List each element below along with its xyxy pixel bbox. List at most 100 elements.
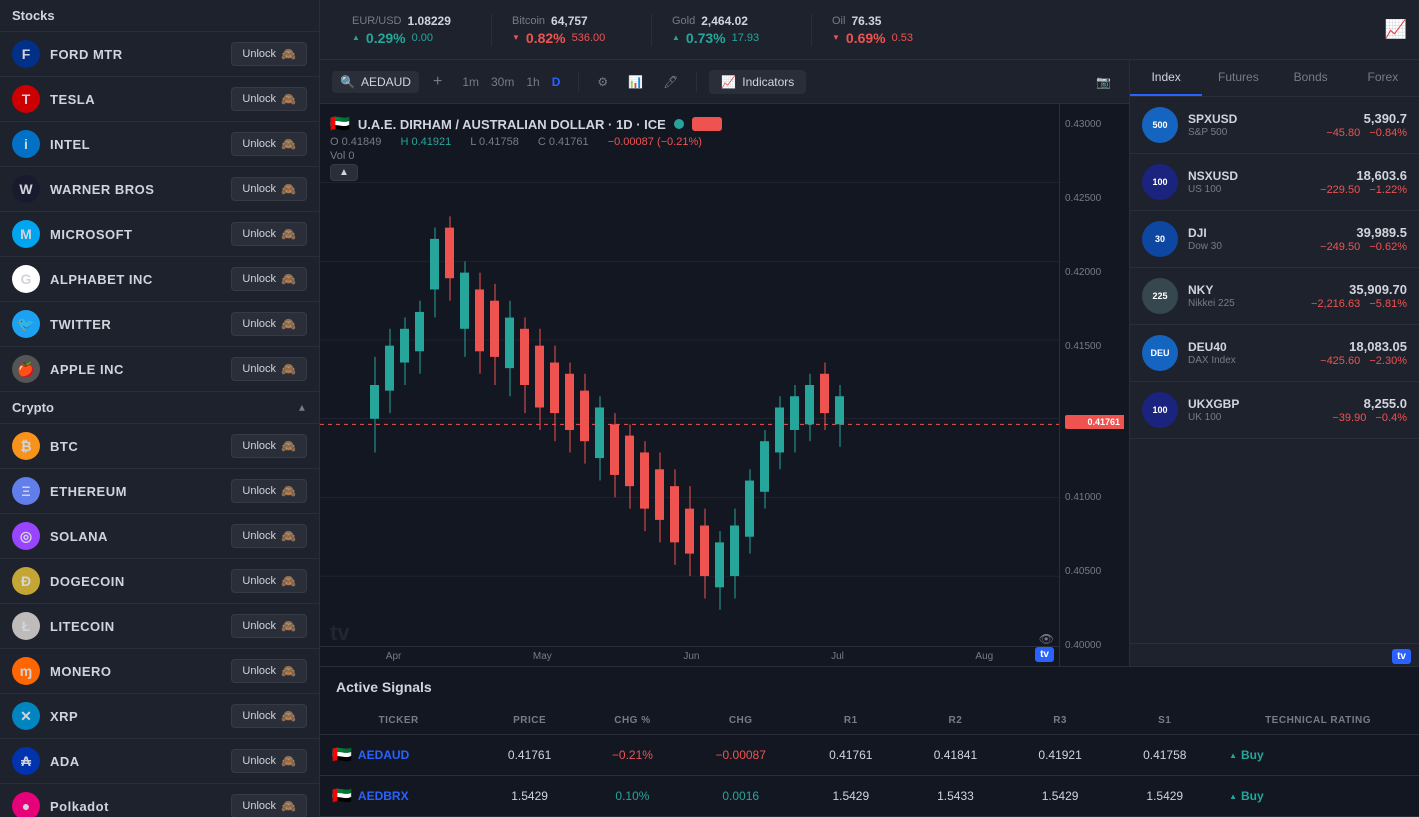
ticker-header: Gold 2,464.02 [672, 14, 791, 28]
chart-eye-btn[interactable]: 👁 [1039, 632, 1054, 646]
index-name: NKY [1188, 283, 1301, 297]
timeframe-btn-d[interactable]: D [546, 71, 567, 93]
x-label-jun: Jun [683, 651, 699, 662]
signal-ticker-cell[interactable]: 🇦🇪 AEDAUD [320, 735, 477, 776]
index-values: 8,255.0 −39.90 −0.4% [1332, 396, 1407, 424]
chart-draw-btn[interactable]: 🖊 [657, 71, 684, 93]
index-item-nky[interactable]: 225 NKY Nikkei 225 35,909.70 −2,216.63 −… [1130, 268, 1419, 325]
timeframe-btn-1m[interactable]: 1m [456, 71, 485, 93]
index-item-nsxusd[interactable]: 100 NSXUSD US 100 18,603.6 −229.50 −1.22… [1130, 154, 1419, 211]
chart-status-dot [674, 119, 684, 129]
unlock-button[interactable]: Unlock 🙈 [231, 267, 307, 291]
index-values: 18,603.6 −229.50 −1.22% [1320, 168, 1407, 196]
unlock-button[interactable]: Unlock 🙈 [231, 312, 307, 336]
add-symbol-btn[interactable]: + [427, 69, 448, 95]
crypto-collapse-icon[interactable]: ▼ [297, 402, 307, 413]
index-item-spxusd[interactable]: 500 SPXUSD S&P 500 5,390.7 −45.80 −0.84% [1130, 97, 1419, 154]
sidebar-item-intel: i INTEL Unlock 🙈 [0, 122, 319, 167]
index-values: 39,989.5 −249.50 −0.62% [1320, 225, 1407, 253]
sidebar-item-solana: ◎ SOLANA Unlock 🙈 [0, 514, 319, 559]
unlock-button[interactable]: Unlock 🙈 [231, 132, 307, 156]
crypto-section-header[interactable]: Crypto ▼ [0, 392, 319, 424]
price-level-1: 0.43000 [1065, 119, 1124, 130]
unlock-button[interactable]: Unlock 🙈 [231, 569, 307, 593]
crypto-name: XRP [50, 709, 221, 724]
index-subname: US 100 [1188, 184, 1310, 195]
unlock-button[interactable]: Unlock 🙈 [231, 222, 307, 246]
index-values: 18,083.05 −425.60 −2.30% [1320, 339, 1407, 367]
tab-futures[interactable]: Futures [1202, 60, 1274, 96]
tradingview-logo: 📈 [1385, 19, 1407, 40]
signal-r2: 1.5433 [903, 776, 1008, 817]
ticker-item-eur-usd[interactable]: EUR/USD 1.08229 ▲ 0.29% 0.00 [332, 14, 492, 46]
tab-forex[interactable]: Forex [1347, 60, 1419, 96]
stocks-section-title: Stocks [12, 8, 55, 23]
sidebar-item-xrp: ✕ XRP Unlock 🙈 [0, 694, 319, 739]
scroll-up-btn[interactable]: ▲ [330, 164, 358, 181]
hide-icon: 🙈 [281, 47, 296, 61]
unlock-button[interactable]: Unlock 🙈 [231, 794, 307, 817]
unlock-button[interactable]: Unlock 🙈 [231, 749, 307, 773]
unlock-button[interactable]: Unlock 🙈 [231, 659, 307, 683]
ticker-item-gold[interactable]: Gold 2,464.02 ▲ 0.73% 17.93 [652, 14, 812, 46]
toolbar-divider-2 [696, 72, 697, 92]
candlestick-chart[interactable] [320, 104, 1059, 666]
index-item-dji[interactable]: 30 DJI Dow 30 39,989.5 −249.50 −0.62% [1130, 211, 1419, 268]
symbol-display: AEDAUD [361, 75, 411, 89]
ticker-item-oil[interactable]: Oil 76.35 ▼ 0.69% 0.53 [812, 14, 972, 46]
ohlc-change: −0.00087 (−0.21%) [608, 136, 702, 148]
unlock-button[interactable]: Unlock 🙈 [231, 42, 307, 66]
hide-icon: 🙈 [281, 484, 296, 498]
timeframe-btn-30m[interactable]: 30m [485, 71, 520, 93]
sidebar-item-litecoin: Ł LITECOIN Unlock 🙈 [0, 604, 319, 649]
screenshot-btn[interactable]: 📷 [1090, 71, 1117, 93]
unlock-button[interactable]: Unlock 🙈 [231, 177, 307, 201]
unlock-button[interactable]: Unlock 🙈 [231, 434, 307, 458]
col-r3: R3 [1008, 707, 1113, 735]
ticker-header: Bitcoin 64,757 [512, 14, 631, 28]
hide-icon: 🙈 [281, 182, 296, 196]
signal-r1: 0.41761 [798, 735, 903, 776]
indicators-btn[interactable]: 📈 Indicators [709, 70, 806, 94]
index-price: 8,255.0 [1332, 396, 1407, 411]
index-name: NSXUSD [1188, 169, 1310, 183]
stock-icon: F [12, 40, 40, 68]
price-current-box: 0.41761 [1065, 415, 1124, 429]
tradingview-chart-logo: tv [1035, 647, 1054, 662]
unlock-button[interactable]: Unlock 🙈 [231, 614, 307, 638]
crypto-icon: ɱ [12, 657, 40, 685]
ticker-name: AEDBRX [358, 789, 409, 803]
symbol-search-box[interactable]: 🔍 AEDAUD [332, 71, 419, 93]
chart-type-btn[interactable]: 📊 [622, 71, 649, 93]
timeframe-btn-1h[interactable]: 1h [520, 71, 545, 93]
index-info: NSXUSD US 100 [1188, 169, 1310, 195]
hide-icon: 🙈 [281, 439, 296, 453]
signal-ticker[interactable]: 🇦🇪 AEDAUD [332, 745, 465, 765]
unlock-button[interactable]: Unlock 🙈 [231, 357, 307, 381]
signal-ticker-cell[interactable]: 🇦🇪 AEDBRX [320, 776, 477, 817]
index-change: −45.80 −0.84% [1326, 127, 1407, 139]
tab-bonds[interactable]: Bonds [1275, 60, 1347, 96]
signal-r2: 0.41841 [903, 735, 1008, 776]
chart-short-badge [692, 117, 722, 131]
tab-index[interactable]: Index [1130, 60, 1202, 96]
unlock-button[interactable]: Unlock 🙈 [231, 704, 307, 728]
ticker-item-bitcoin[interactable]: Bitcoin 64,757 ▼ 0.82% 536.00 [492, 14, 652, 46]
ticker-price: 1.08229 [408, 14, 451, 28]
unlock-button[interactable]: Unlock 🙈 [231, 479, 307, 503]
stock-icon: T [12, 85, 40, 113]
ticker-arrow: ▼ [832, 33, 840, 42]
price-level-4: 0.41500 [1065, 341, 1124, 352]
index-subname: Dow 30 [1188, 241, 1310, 252]
unlock-button[interactable]: Unlock 🙈 [231, 87, 307, 111]
signal-ticker[interactable]: 🇦🇪 AEDBRX [332, 786, 465, 806]
sidebar-item-warner-bros: W WARNER BROS Unlock 🙈 [0, 167, 319, 212]
chart-main[interactable]: 🇦🇪 U.A.E. DIRHAM / AUSTRALIAN DOLLAR · 1… [320, 104, 1129, 666]
index-item-deu40[interactable]: DEU DEU40 DAX Index 18,083.05 −425.60 −2… [1130, 325, 1419, 382]
chart-settings-btn[interactable]: ⚙ [591, 71, 614, 93]
unlock-button[interactable]: Unlock 🙈 [231, 524, 307, 548]
index-price: 18,603.6 [1320, 168, 1407, 183]
sidebar-item-btc: ₿ BTC Unlock 🙈 [0, 424, 319, 469]
index-badge: 30 [1142, 221, 1178, 257]
index-item-ukxgbp[interactable]: 100 UKXGBP UK 100 8,255.0 −39.90 −0.4% [1130, 382, 1419, 439]
